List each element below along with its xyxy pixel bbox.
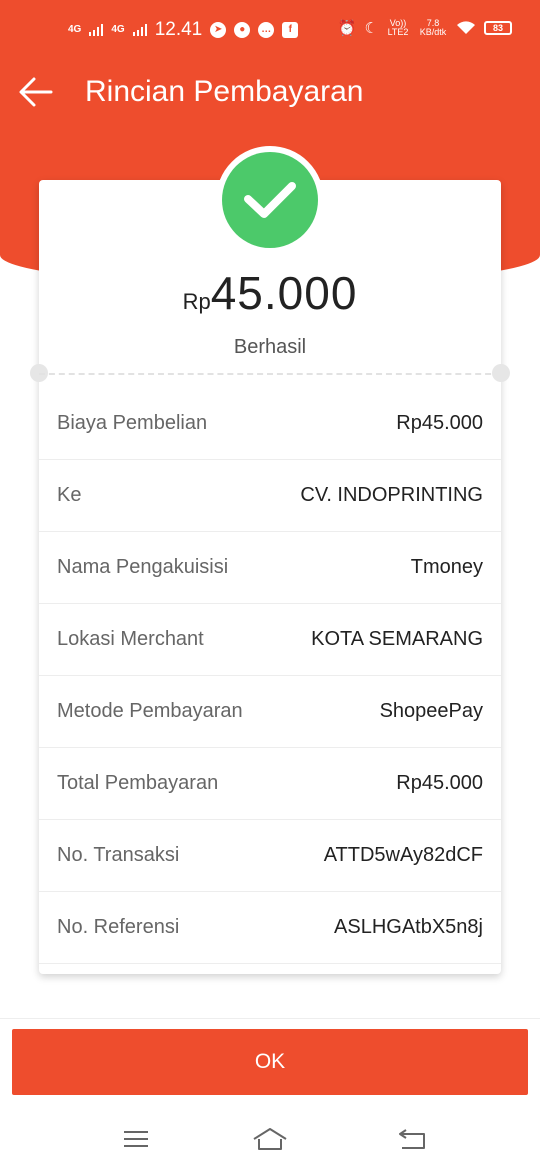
signal-icon	[132, 24, 147, 36]
app-icon: ●	[234, 22, 251, 38]
network-indicator-2: 4G	[111, 24, 125, 35]
chat-icon: …	[258, 22, 275, 38]
footer-divider	[0, 1018, 540, 1019]
detail-label: Lokasi Merchant	[57, 628, 204, 650]
app-bar: Rincian Pembayaran	[0, 60, 540, 124]
detail-value: Tmoney	[410, 556, 483, 578]
menu-icon	[124, 1131, 148, 1147]
page-title: Rincian Pembayaran	[85, 75, 364, 108]
detail-row-ke: Ke CV. INDOPRINTING	[39, 460, 501, 532]
ok-button[interactable]: OK	[12, 1029, 528, 1095]
alarm-icon: ⏰	[337, 20, 357, 37]
dashed-divider	[39, 373, 501, 375]
network-indicator-1: 4G	[68, 24, 82, 35]
success-circle	[222, 152, 318, 248]
payment-status: Berhasil	[233, 336, 307, 358]
detail-label: No. Referensi	[57, 916, 180, 938]
detail-row-total-pembayaran: Total Pembayaran Rp45.000	[39, 748, 501, 820]
status-left: 4G 4G 12.41 ➤ ● … f	[68, 19, 299, 41]
amount-currency: Rp	[182, 289, 211, 314]
detail-value: CV. INDOPRINTING	[300, 484, 483, 506]
detail-label: No. Transaksi	[57, 844, 180, 866]
facebook-icon: f	[282, 22, 299, 38]
amount-value: 45.000	[210, 267, 358, 319]
system-navigation-bar	[0, 1110, 540, 1170]
nav-back-button[interactable]	[394, 1124, 430, 1154]
network-speed: 7.8 KB/dtk	[419, 18, 447, 37]
detail-row-no-referensi: No. Referensi ASLHGAtbX5n8j	[39, 892, 501, 964]
payment-amount: Rp45.000	[39, 266, 501, 320]
clock: 12.41	[154, 19, 203, 40]
detail-list: Biaya Pembelian Rp45.000 Ke CV. INDOPRIN…	[39, 388, 501, 964]
detail-row-no-transaksi: No. Transaksi ATTD5wAy82dCF	[39, 820, 501, 892]
detail-value: ShopeePay	[379, 700, 483, 722]
wifi-icon	[457, 21, 475, 34]
detail-row-lokasi-merchant: Lokasi Merchant KOTA SEMARANG	[39, 604, 501, 676]
detail-label: Ke	[57, 484, 82, 506]
detail-value: ATTD5wAy82dCF	[323, 844, 483, 866]
ticket-notch-right	[492, 364, 510, 382]
volte-indicator: Vo)) LTE2	[387, 18, 409, 37]
detail-value: KOTA SEMARANG	[311, 628, 483, 650]
back-button[interactable]	[18, 74, 54, 110]
detail-value: ASLHGAtbX5n8j	[334, 916, 483, 938]
detail-row-nama-pengakuisisi: Nama Pengakuisisi Tmoney	[39, 532, 501, 604]
telegram-icon: ➤	[210, 22, 227, 38]
detail-label: Total Pembayaran	[57, 772, 219, 794]
arrow-left-icon	[19, 77, 53, 107]
nav-home-button[interactable]	[252, 1124, 288, 1154]
detail-row-biaya-pembelian: Biaya Pembelian Rp45.000	[39, 388, 501, 460]
detail-row-metode-pembayaran: Metode Pembayaran ShopeePay	[39, 676, 501, 748]
detail-label: Nama Pengakuisisi	[57, 556, 229, 578]
check-icon	[244, 182, 296, 218]
detail-label: Metode Pembayaran	[57, 700, 243, 722]
home-icon	[253, 1128, 287, 1150]
battery-indicator: 83	[484, 21, 512, 35]
status-bar: 4G 4G 12.41 ➤ ● … f ⏰ ☾ Vo)) LTE2 7.8 KB…	[0, 0, 540, 60]
signal-icon	[89, 24, 104, 36]
success-badge	[216, 146, 324, 254]
payment-receipt-card: Rp45.000 Berhasil Biaya Pembelian Rp45.0…	[30, 146, 510, 974]
status-right: ⏰ ☾ Vo)) LTE2 7.8 KB/dtk 83	[338, 19, 512, 37]
detail-label: Biaya Pembelian	[57, 412, 208, 434]
back-icon	[399, 1129, 425, 1149]
moon-icon: ☾	[364, 20, 378, 37]
nav-menu-button[interactable]	[118, 1124, 154, 1154]
detail-value: Rp45.000	[396, 412, 483, 434]
detail-value: Rp45.000	[396, 772, 483, 794]
